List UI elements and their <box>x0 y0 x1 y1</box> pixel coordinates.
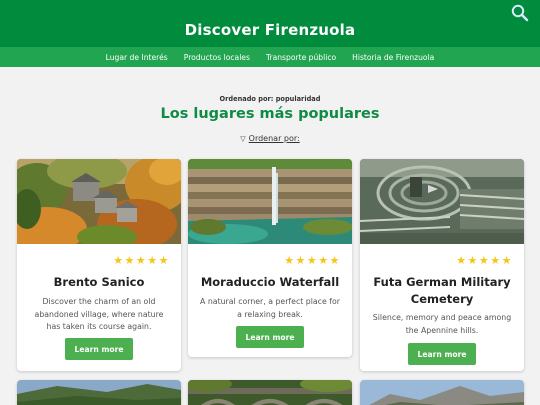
sorted-by-label: Ordenado por: popularidad <box>219 95 321 103</box>
card-title: Moraduccio Waterfall <box>200 275 340 289</box>
place-card: ★★★★★ Moraduccio Waterfall A natural cor… <box>188 159 352 357</box>
learn-more-button[interactable]: Learn more <box>408 343 476 365</box>
place-card-partial[interactable] <box>188 380 352 405</box>
nav-item-places[interactable]: Lugar de Interés <box>98 53 176 62</box>
rating-stars: ★★★★★ <box>113 254 170 267</box>
learn-more-button[interactable]: Learn more <box>65 338 133 360</box>
section-title: Los lugares más populares <box>160 106 380 122</box>
card-title: Futa German Military Cemetery <box>373 275 511 306</box>
card-image-partial <box>188 380 352 405</box>
place-card-partial[interactable] <box>17 380 181 405</box>
card-description: Discover the charm of an old abandoned v… <box>34 297 164 331</box>
card-description: Silence, memory and peace among the Apen… <box>372 313 512 335</box>
place-card: ★★★★★ Futa German Military Cemetery Sile… <box>360 159 524 371</box>
card-image-brento-sanico[interactable] <box>17 159 181 244</box>
card-image-moraduccio-waterfall[interactable] <box>188 159 352 244</box>
order-by-toggle[interactable]: ▽ Ordenar por: <box>0 134 540 143</box>
triangle-down-icon: ▽ <box>240 135 246 143</box>
rating-stars: ★★★★★ <box>456 254 513 267</box>
nav-item-local-products[interactable]: Productos locales <box>176 53 258 62</box>
card-image-partial <box>360 380 524 405</box>
card-image-futa-cemetery[interactable] <box>360 159 524 244</box>
nav-item-public-transport[interactable]: Transporte público <box>258 53 344 62</box>
card-image-partial <box>17 380 181 405</box>
card-title: Brento Sanico <box>53 275 145 289</box>
site-title: Discover Firenzuola <box>184 21 356 39</box>
order-by-link[interactable]: Ordenar por: <box>249 134 300 143</box>
main-nav: Lugar de Interés Productos locales Trans… <box>0 47 540 67</box>
rating-stars: ★★★★★ <box>284 254 341 267</box>
place-card: ★★★★★ Brento Sanico Discover the charm o… <box>17 159 181 371</box>
place-card-partial[interactable] <box>360 380 524 405</box>
card-description: A natural corner, a perfect place for a … <box>200 297 340 319</box>
search-icon[interactable] <box>511 4 529 22</box>
app-header: Discover Firenzuola <box>0 0 540 47</box>
learn-more-button[interactable]: Learn more <box>236 326 304 348</box>
nav-item-history[interactable]: Historia de Firenzuola <box>344 53 442 62</box>
